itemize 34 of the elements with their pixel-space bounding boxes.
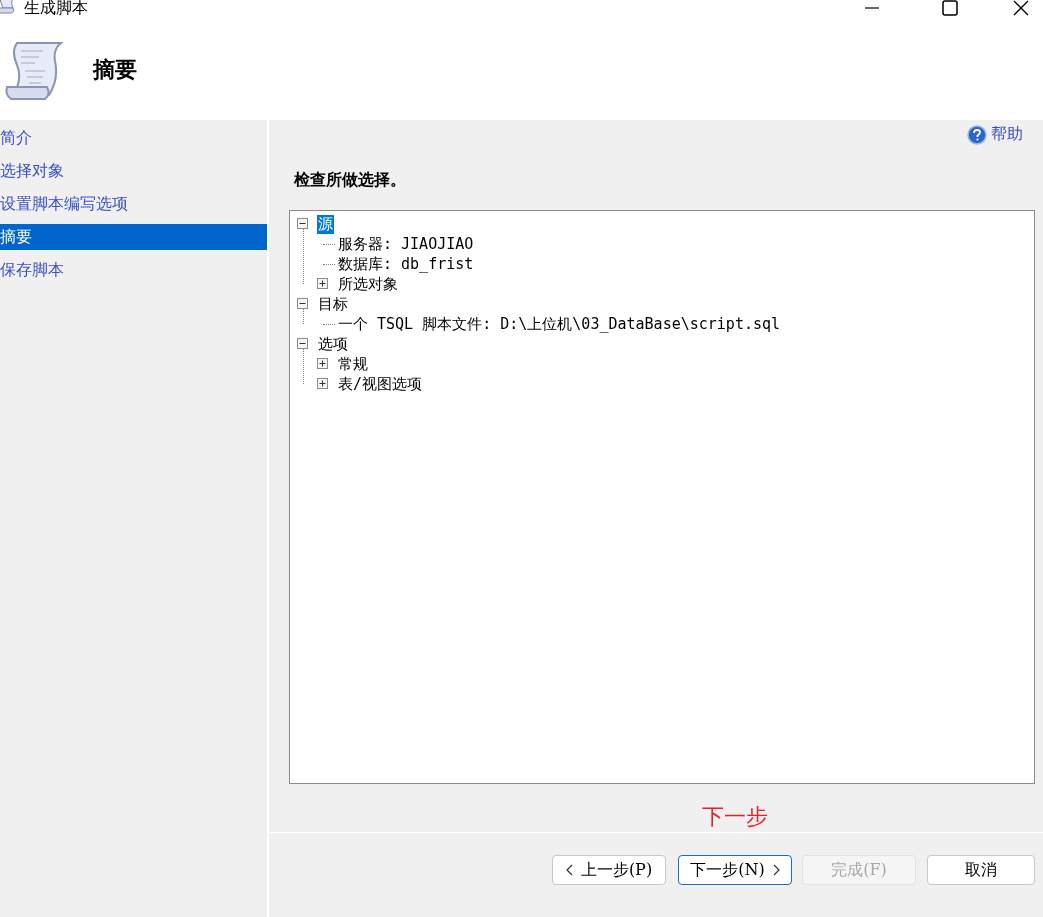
tree-node[interactable]: 一个 TSQL 脚本文件: D:\上位机\03_DataBase\script.sql	[337, 314, 782, 334]
wizard-button[interactable]: 下一步(N)	[678, 855, 792, 885]
expand-icon[interactable]	[317, 278, 328, 289]
tree-node[interactable]: 所选对象	[337, 274, 399, 294]
help-link[interactable]: 帮助	[967, 124, 1023, 145]
tree-node[interactable]: 表/视图选项	[337, 374, 424, 394]
wizard-step-link[interactable]: 选择对象	[0, 158, 267, 184]
wizard-button[interactable]: 取消	[927, 855, 1035, 885]
wizard-step-link[interactable]: 设置脚本编写选项	[0, 191, 267, 217]
collapse-icon[interactable]	[297, 298, 308, 309]
chevron-icon	[565, 864, 573, 876]
tree-node[interactable]: 源	[317, 214, 334, 234]
wizard-step-link[interactable]: 保存脚本	[0, 257, 267, 283]
wizard-step-link[interactable]: 摘要	[0, 224, 267, 250]
maximize-icon[interactable]	[942, 0, 958, 16]
expand-icon[interactable]	[317, 358, 328, 369]
expand-icon[interactable]	[317, 378, 328, 389]
tree-node[interactable]: 选项	[317, 334, 349, 354]
instruction-text: 检查所做选择。	[294, 170, 407, 190]
tree-node[interactable]: 目标	[317, 294, 349, 314]
annotation-text: 下一步	[702, 803, 769, 831]
close-icon[interactable]	[1013, 0, 1029, 16]
collapse-icon[interactable]	[297, 218, 308, 229]
script-scroll-icon	[3, 39, 63, 101]
wizard-step-link[interactable]: 简介	[0, 125, 267, 151]
tree-node[interactable]: 服务器: JIAOJIAO	[337, 234, 475, 254]
tree-node[interactable]: 数据库: db_frist	[337, 254, 475, 274]
tree-node[interactable]: 常规	[337, 354, 369, 374]
wizard-button[interactable]: 上一步(P)	[552, 855, 666, 885]
window-title: 生成脚本	[24, 0, 88, 18]
chevron-icon	[772, 864, 780, 876]
collapse-icon[interactable]	[297, 338, 308, 349]
page-title: 摘要	[93, 55, 137, 84]
help-icon[interactable]	[967, 124, 987, 145]
